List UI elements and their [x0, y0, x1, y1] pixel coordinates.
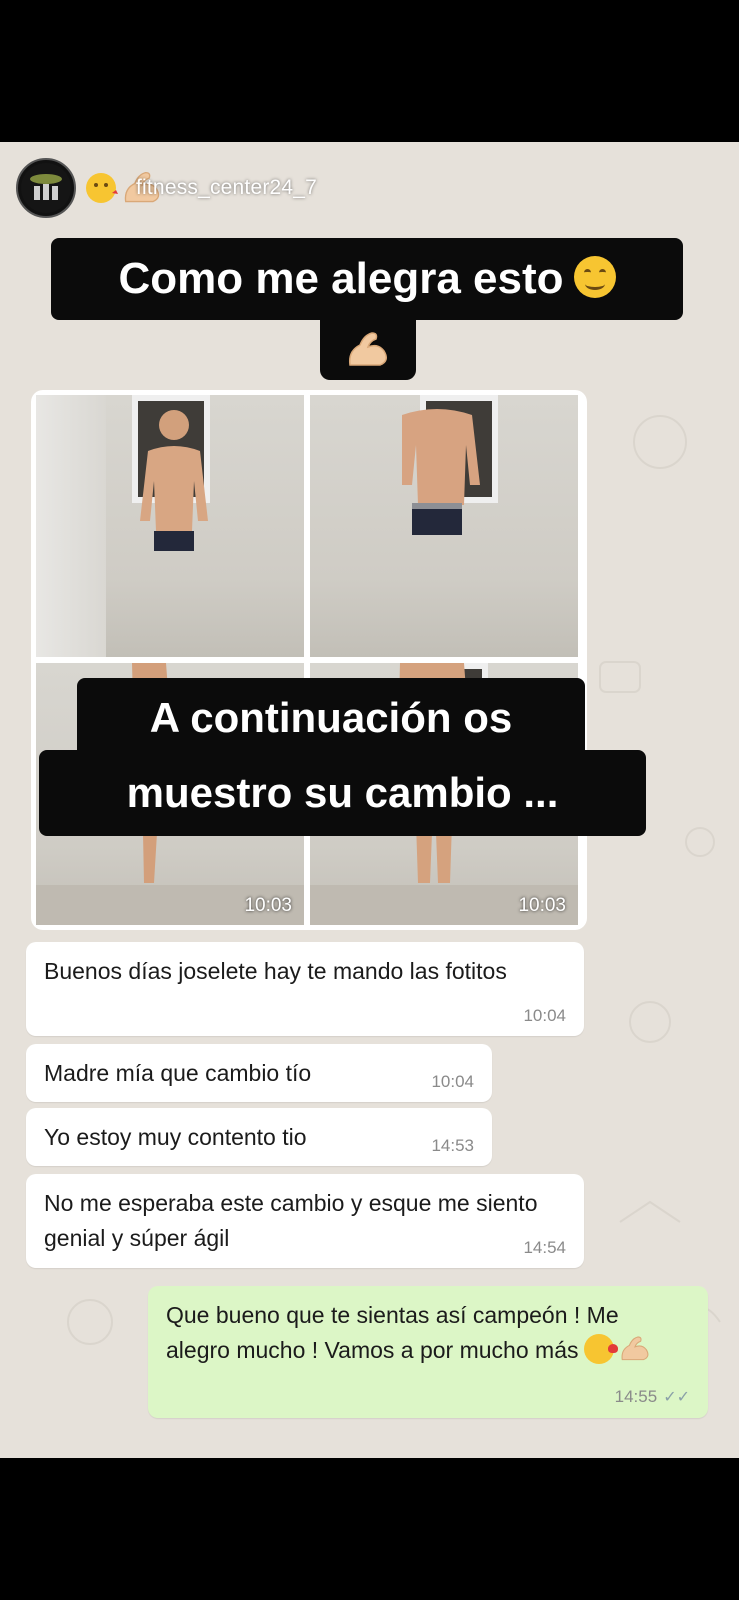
bottom-black-bar [0, 1458, 739, 1600]
chat-message-incoming[interactable]: Buenos días joselete hay te mando las fo… [26, 942, 584, 1036]
chat-message-outgoing[interactable]: Que bueno que te sientas así campeón ! M… [148, 1286, 708, 1418]
chat-message-incoming[interactable]: Madre mía que cambio tío 10:04 [26, 1044, 492, 1102]
flexed-biceps-icon [348, 332, 387, 366]
face-blowing-kiss-icon [86, 173, 118, 203]
story-header: fitness_center24_7 [16, 158, 317, 218]
caption-top: Como me alegra esto [51, 238, 683, 320]
story-frame: fitness_center24_7 Como me alegra esto 1… [0, 142, 739, 1458]
message-text: Que bueno que te sientas así campeón ! M… [166, 1298, 686, 1368]
message-text-content: Que bueno que te sientas así campeón ! M… [166, 1302, 619, 1363]
caption-top-text: Como me alegra esto [118, 254, 564, 303]
account-username[interactable]: fitness_center24_7 [136, 176, 317, 200]
message-time: 10:04 [431, 1072, 474, 1091]
caption-top-arm [320, 320, 416, 380]
message-time: 14:55 [614, 1387, 658, 1406]
read-double-check-icon: ✓✓ [663, 1389, 690, 1406]
smiling-face-icon [573, 256, 616, 299]
face-blowing-kiss-icon [584, 1334, 619, 1364]
message-text: Madre mía que cambio tío [44, 1060, 312, 1086]
message-text: Yo estoy muy contento tio [44, 1124, 307, 1150]
chat-message-incoming[interactable]: No me esperaba este cambio y esque me si… [26, 1174, 584, 1268]
chat-message-incoming[interactable]: Yo estoy muy contento tio 14:53 [26, 1108, 492, 1166]
photo-timestamp: 10:03 [518, 895, 566, 916]
caption-middle-line2: muestro su cambio ... [39, 750, 646, 836]
account-avatar[interactable] [16, 158, 76, 218]
caption-middle-line1: A continuación os [77, 678, 585, 758]
photo-timestamp: 10:03 [244, 895, 292, 916]
message-text: No me esperaba este cambio y esque me si… [44, 1190, 538, 1251]
message-time-status: 14:55 ✓✓ [615, 1387, 690, 1408]
flexed-biceps-icon [622, 1336, 649, 1361]
message-time: 14:53 [431, 1136, 474, 1155]
message-text: Buenos días joselete hay te mando las fo… [44, 958, 507, 984]
progress-photo-back[interactable] [310, 395, 578, 657]
gym-logo-icon [21, 163, 71, 213]
top-black-bar [0, 0, 739, 142]
message-time: 14:54 [523, 1238, 566, 1257]
progress-photo-front[interactable] [36, 395, 304, 657]
photo-grid-message[interactable]: 10:03 10:03 [31, 390, 587, 930]
message-time: 10:04 [523, 1006, 566, 1025]
